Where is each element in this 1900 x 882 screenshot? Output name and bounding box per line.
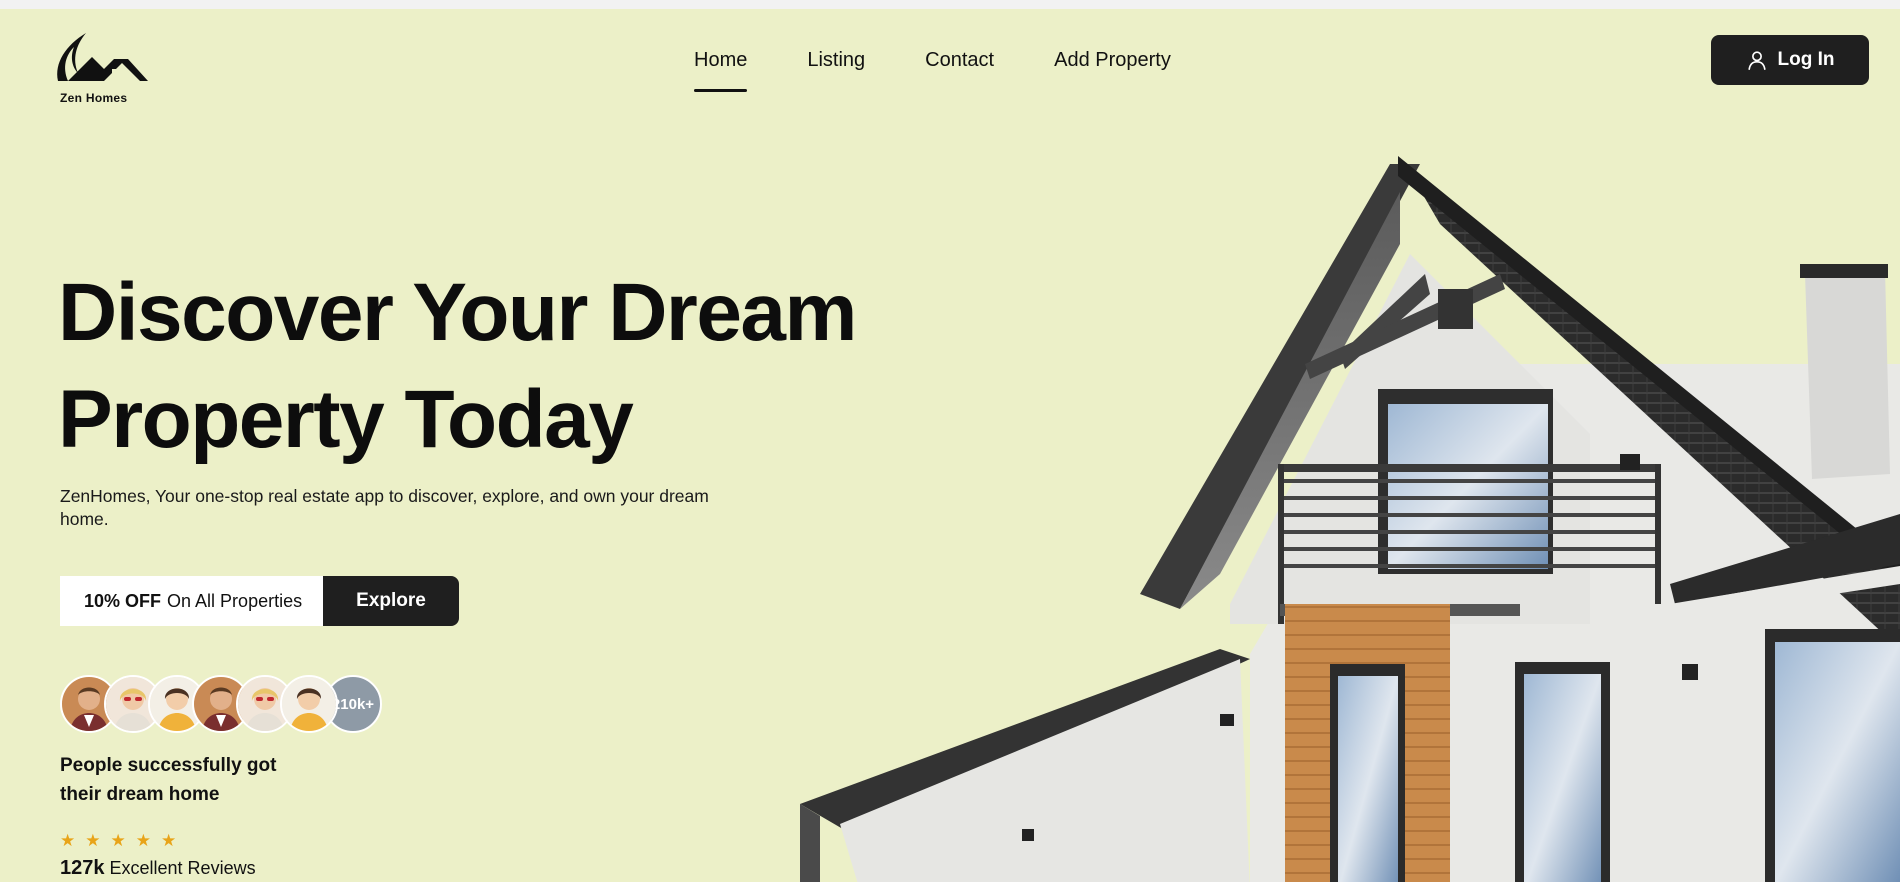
house-leaf-icon (57, 33, 148, 81)
offer-label: 10% OFF On All Properties (60, 576, 323, 626)
star-icon: ★ (161, 831, 177, 850)
hero-page: Zen Homes Home Listing Contact Add Prope… (0, 9, 1900, 882)
avatar (280, 675, 338, 733)
reviews-count: 127k (60, 857, 105, 879)
nav-contact[interactable]: Contact (925, 49, 994, 72)
star-icon: ★ (135, 831, 151, 850)
offer-discount: 10% OFF (84, 590, 162, 611)
nav-home[interactable]: Home (694, 49, 748, 92)
reviews-summary: 127k Excellent Reviews (60, 857, 256, 880)
login-label: Log In (1777, 49, 1835, 70)
house-image (800, 156, 1900, 882)
star-icon: ★ (60, 831, 76, 850)
hero-subtitle: ZenHomes, Your one-stop real estate app … (60, 486, 709, 529)
explore-button[interactable]: Explore (323, 576, 459, 626)
people-text-line-2: their dream home (60, 784, 220, 805)
nav-add-property[interactable]: Add Property (1054, 49, 1171, 72)
login-button[interactable]: Log In (1711, 35, 1869, 85)
avatar-group: 210k+ (60, 675, 382, 733)
main-nav: Home Listing Contact Add Property (694, 49, 1231, 92)
people-text: People successfully got their dream home (60, 751, 320, 809)
people-text-line-1: People successfully got (60, 755, 277, 776)
brand-logo[interactable]: Zen Homes (52, 23, 156, 105)
user-icon (1747, 51, 1766, 70)
reviews-label: Excellent Reviews (109, 858, 256, 878)
rating-stars: ★ ★ ★ ★ ★ (60, 832, 176, 849)
offer-text: On All Properties (167, 590, 303, 611)
offer-bar: 10% OFF On All Properties Explore (60, 576, 459, 626)
star-icon: ★ (85, 831, 101, 850)
star-icon: ★ (110, 831, 126, 850)
nav-listing[interactable]: Listing (807, 49, 865, 72)
brand-name: Zen Homes (60, 91, 128, 105)
